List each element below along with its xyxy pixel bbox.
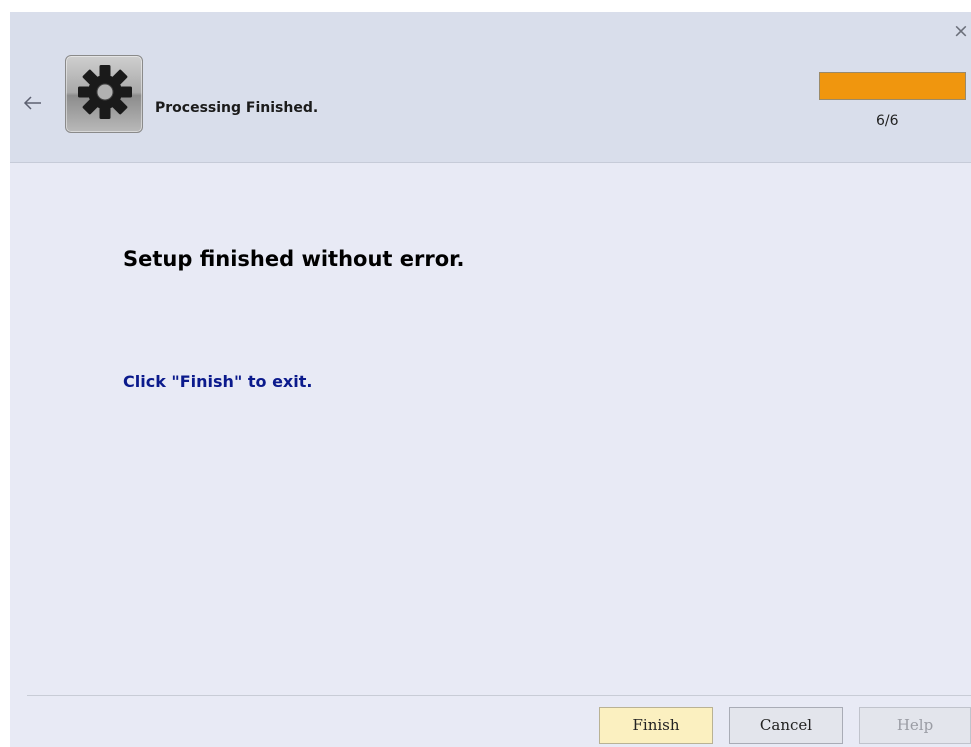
finish-button[interactable]: Finish <box>599 707 713 744</box>
setup-wizard-window: × Processing Finished. 6/6 Setup finishe… <box>10 12 971 747</box>
close-icon: × <box>953 20 969 42</box>
footer-divider <box>27 695 971 696</box>
status-heading: Setup finished without error. <box>123 247 465 271</box>
cancel-button[interactable]: Cancel <box>729 707 843 744</box>
help-button[interactable]: Help <box>859 707 971 744</box>
page-title: Processing Finished. <box>155 100 319 116</box>
progress-bar-fill <box>820 73 965 99</box>
setup-app-icon <box>65 55 143 133</box>
back-button[interactable] <box>22 93 44 113</box>
wizard-header: × Processing Finished. 6/6 <box>10 12 971 163</box>
close-button[interactable]: × <box>951 16 971 46</box>
progress-counter: 6/6 <box>876 113 899 129</box>
gear-icon <box>78 65 132 119</box>
progress-bar <box>819 72 966 100</box>
exit-instruction: Click "Finish" to exit. <box>123 372 313 391</box>
arrow-left-icon <box>23 96 41 110</box>
